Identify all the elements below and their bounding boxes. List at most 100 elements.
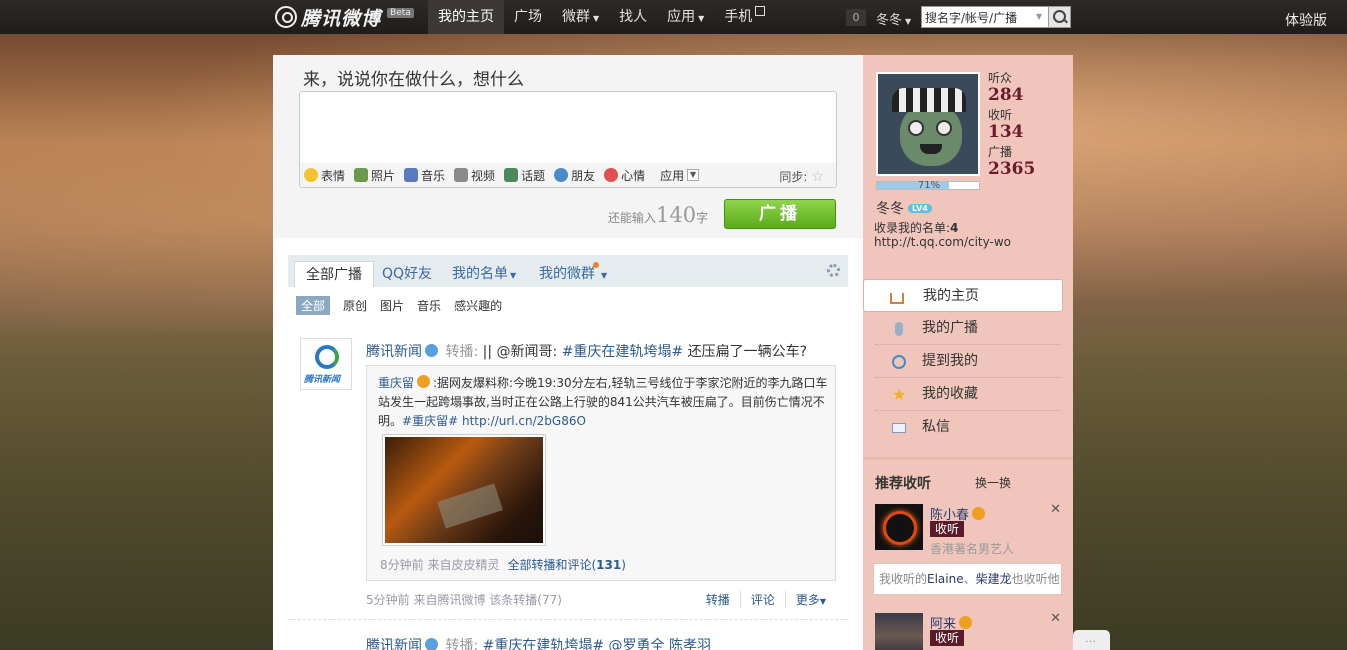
beta-badge: Beta (387, 8, 414, 18)
level-badge: LV4 (908, 203, 932, 213)
chevron-down-icon: ▼ (687, 169, 700, 181)
sidebar-item-mentions[interactable]: 提到我的 (875, 345, 1061, 378)
close-icon[interactable]: ✕ (1050, 502, 1061, 517)
feed-headline: 腾讯新闻 转播: #重庆在建轨垮塌# @罗勇全 陈孝羽 (366, 635, 711, 650)
quote-meta: 8分钟前 来自皮皮精灵 全部转播和评论(131) (380, 556, 626, 573)
subtab-all[interactable]: 全部 (296, 296, 331, 315)
stat-label: 广播 (988, 145, 1013, 159)
nav-mobile[interactable]: 手机 (714, 0, 775, 34)
user-menu[interactable]: 冬冬 ▼ (876, 9, 911, 28)
post-image[interactable] (382, 434, 546, 546)
profile-url[interactable]: http://t.qq.com/city-wo (874, 235, 1011, 249)
mutual-name[interactable]: Elaine (927, 572, 964, 586)
sync-label: 同步: (779, 170, 808, 184)
more-button[interactable]: 更多▼ (784, 591, 836, 608)
sidebar-item-label: 我的主页 (923, 288, 979, 304)
topic-tag[interactable]: #重庆在建轨垮塌# (562, 344, 683, 360)
refresh-recommend-button[interactable]: 换一换 (975, 474, 1011, 491)
feed-time-source[interactable]: 5分钟前 来自腾讯微博 该条转播(77) (366, 593, 562, 607)
heart-icon (604, 168, 619, 182)
subtab-images[interactable]: 图片 (380, 297, 404, 314)
stat-followers[interactable]: 听众 284 (988, 71, 1035, 106)
quote-link[interactable]: http://url.cn/2bG86O (462, 414, 586, 428)
tool-friend[interactable]: 朋友 (554, 167, 595, 184)
subtab-interesting[interactable]: 感兴趣的 (454, 297, 502, 314)
search-button[interactable] (1049, 6, 1071, 28)
all-comments-link[interactable]: 全部转播和评论(131) (507, 558, 625, 572)
nav-find-people[interactable]: 找人 (609, 0, 657, 34)
verified-icon (425, 344, 438, 357)
avatar[interactable] (875, 504, 923, 550)
mutual-name[interactable]: 柴建龙 (976, 572, 1012, 586)
search-input[interactable] (921, 6, 1049, 28)
search-dropdown-icon[interactable]: ▼ (1036, 12, 1042, 21)
tool-video[interactable]: 视频 (454, 167, 495, 184)
cap-icon (892, 88, 966, 112)
quote-time[interactable]: 8分钟前 来自皮皮精灵 (380, 558, 499, 572)
nav-mobile-label: 手机 (724, 9, 753, 25)
close-icon[interactable]: ✕ (1050, 611, 1061, 626)
tool-emoticon[interactable]: 表情 (304, 167, 345, 184)
tab-my-lists[interactable]: 我的名单 ▼ (452, 261, 516, 287)
gift-icon (755, 6, 766, 16)
topic-icon (504, 168, 519, 182)
nav-square-label: 广场 (514, 9, 542, 25)
avatar[interactable] (876, 72, 980, 176)
progress-text: 71% (917, 180, 941, 191)
trial-version-link[interactable]: 体验版 (1285, 10, 1327, 30)
feed-text: || @新闻哥: (482, 344, 562, 360)
author-name[interactable]: 腾讯新闻 (366, 344, 422, 360)
nav-groups[interactable]: 微群 ▼ (552, 0, 609, 34)
all-comments-label: 全部转播和评论( (507, 558, 597, 572)
follow-button[interactable]: 收听 (930, 630, 965, 646)
stat-value: 2365 (988, 159, 1036, 179)
sidebar-item-home[interactable]: 我的主页 (863, 279, 1063, 312)
listed-count: 收录我的名单:4 (874, 219, 958, 236)
tool-photo[interactable]: 照片 (354, 167, 395, 184)
tool-topic[interactable]: 话题 (504, 167, 545, 184)
stat-value: 134 (988, 122, 1024, 142)
comment-button[interactable]: 评论 (739, 591, 785, 608)
sidebar-item-favorites[interactable]: ★ 我的收藏 (875, 378, 1061, 411)
sync-toggle[interactable]: 同步: ☆ (779, 168, 824, 185)
tool-mood[interactable]: 心情 (604, 167, 645, 184)
retweet-button[interactable]: 转播 (696, 591, 740, 608)
avatar[interactable]: 腾讯新闻 (300, 338, 352, 390)
avatar[interactable] (875, 613, 923, 650)
stat-following[interactable]: 收听 134 (988, 108, 1035, 143)
author-name[interactable]: 腾讯新闻 (366, 638, 422, 650)
nav-square[interactable]: 广场 (504, 0, 552, 34)
remain-count: 140 (656, 203, 697, 227)
quote-tag[interactable]: #重庆留# (402, 414, 458, 428)
nav-apps[interactable]: 应用 ▼ (657, 0, 714, 34)
photo-icon (354, 168, 369, 182)
feed-subtabs: 全部 原创 图片 音乐 感兴趣的 (296, 296, 515, 315)
follow-button[interactable]: 收听 (930, 521, 965, 537)
tool-music[interactable]: 音乐 (404, 167, 445, 184)
user-name[interactable]: 冬冬 (876, 198, 904, 218)
mic-icon (895, 322, 903, 336)
tool-friend-label: 朋友 (571, 168, 596, 183)
tab-all[interactable]: 全部广播 (294, 261, 374, 287)
video-icon (454, 168, 469, 182)
tool-emoticon-label: 表情 (321, 168, 346, 183)
listed-value[interactable]: 4 (950, 221, 958, 235)
verified-icon (972, 507, 986, 520)
chevron-down-icon: ▼ (698, 14, 705, 23)
notification-count[interactable]: 0 (846, 9, 866, 26)
nav-home[interactable]: 我的主页 (428, 0, 504, 34)
tab-my-groups[interactable]: 我的微群 ▼ (539, 261, 607, 287)
quote-author[interactable]: 重庆留 (378, 376, 414, 390)
stat-posts[interactable]: 广播 2365 (988, 145, 1035, 180)
subtab-original[interactable]: 原创 (343, 297, 367, 314)
post-button[interactable]: 广播 (724, 199, 836, 229)
sidebar-item-label: 我的广播 (922, 320, 978, 336)
chat-bubble-icon[interactable] (1073, 630, 1110, 650)
gear-icon[interactable] (827, 264, 840, 277)
sidebar-item-messages[interactable]: 私信 (875, 411, 1061, 444)
logo[interactable]: 腾讯微博 Beta (275, 5, 414, 30)
subtab-music[interactable]: 音乐 (417, 297, 441, 314)
tab-qq-friends[interactable]: QQ好友 (382, 261, 432, 287)
apps-dropdown[interactable]: 应用 ▼ (660, 167, 700, 184)
sidebar-item-my-posts[interactable]: 我的广播 (875, 312, 1061, 345)
